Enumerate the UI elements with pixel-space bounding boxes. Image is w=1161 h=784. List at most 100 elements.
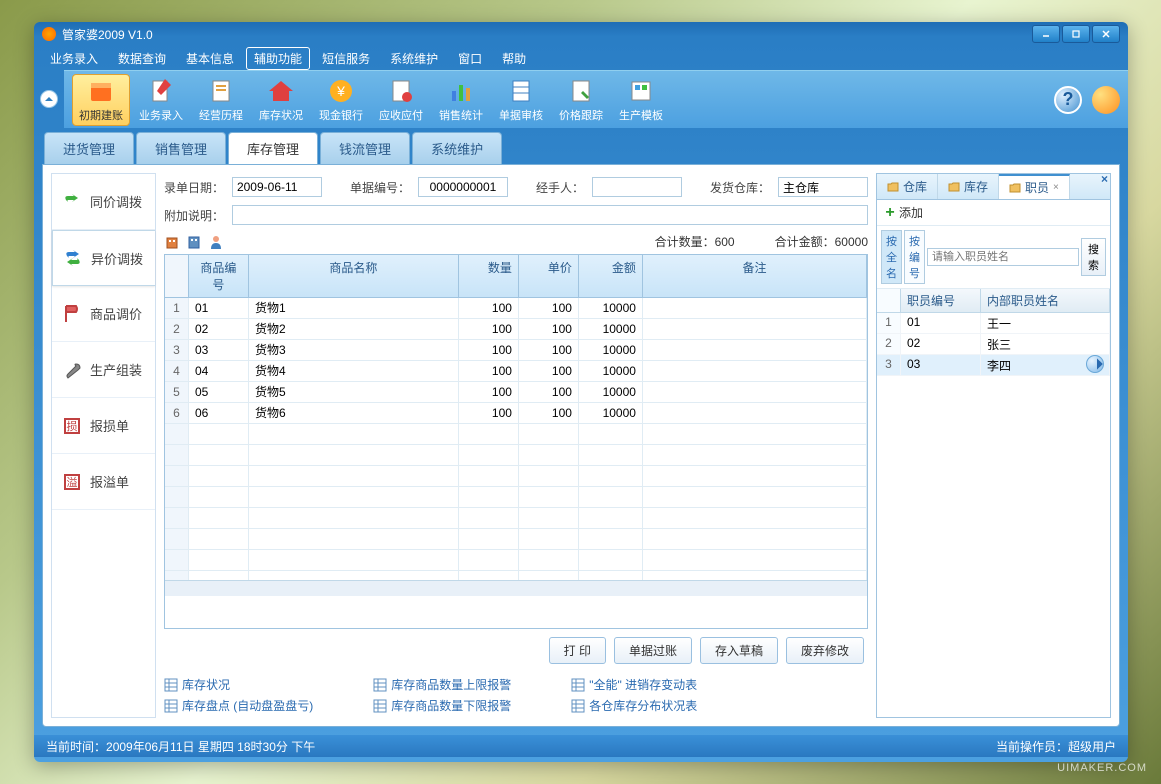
emp-header-ecode[interactable]: 职员编号: [901, 289, 981, 312]
sidebar-item-4[interactable]: 损报损单: [52, 398, 155, 454]
table-row-empty[interactable]: [165, 529, 867, 550]
tool-sheet[interactable]: 单据审核: [492, 74, 550, 126]
collapse-toolbar-button[interactable]: [40, 90, 58, 108]
maximize-button[interactable]: [1062, 25, 1090, 43]
table-row[interactable]: 303货物310010010000: [165, 340, 867, 361]
panel-tab-2[interactable]: 职员×: [999, 174, 1070, 199]
building2-icon[interactable]: [186, 234, 202, 250]
tool-template[interactable]: 生产模板: [612, 74, 670, 126]
menu-7[interactable]: 帮助: [494, 47, 534, 70]
panel-tab-0[interactable]: 仓库: [877, 174, 938, 199]
grid-header-code[interactable]: 商品编号: [189, 255, 249, 297]
tab-0[interactable]: 进货管理: [44, 132, 134, 164]
menu-3[interactable]: 辅助功能: [246, 47, 310, 70]
note-input[interactable]: [232, 205, 868, 225]
report-link[interactable]: 库存商品数量上限报警: [373, 676, 511, 693]
report-link[interactable]: 库存商品数量下限报警: [373, 697, 511, 714]
table-row-empty[interactable]: [165, 550, 867, 571]
tab-4[interactable]: 系统维护: [412, 132, 502, 164]
money-icon: ¥: [327, 77, 355, 105]
globe-icon[interactable]: [1092, 86, 1120, 114]
action-btn-1[interactable]: 单据过账: [614, 637, 692, 664]
tool-house[interactable]: 库存状况: [252, 74, 310, 126]
employee-row[interactable]: 202张三: [877, 334, 1110, 355]
menu-4[interactable]: 短信服务: [314, 47, 378, 70]
table-row[interactable]: 606货物610010010000: [165, 403, 867, 424]
tool-tag[interactable]: 价格跟踪: [552, 74, 610, 126]
menu-1[interactable]: 数据查询: [110, 47, 174, 70]
employee-row[interactable]: 303李四: [877, 355, 1110, 376]
grid-header-name[interactable]: 商品名称: [249, 255, 459, 297]
report-link[interactable]: 各仓库存分布状况表: [571, 697, 697, 714]
warehouse-label: 发货仓库：: [710, 179, 770, 196]
action-btn-3[interactable]: 废弃修改: [786, 637, 864, 664]
emp-header-ern[interactable]: [877, 289, 901, 312]
table-row[interactable]: 202货物210010010000: [165, 319, 867, 340]
horizontal-scrollbar[interactable]: [165, 580, 867, 596]
tool-doc[interactable]: 经营历程: [192, 74, 250, 126]
emp-header-ename[interactable]: 内部职员姓名: [981, 289, 1110, 312]
report-link[interactable]: "全能" 进销存变动表: [571, 676, 697, 693]
panel-tab-1[interactable]: 库存: [938, 174, 999, 199]
table-row[interactable]: 404货物410010010000: [165, 361, 867, 382]
date-input[interactable]: [232, 177, 322, 197]
search-by-code-button[interactable]: 按编号: [904, 230, 925, 284]
sidebar-item-0[interactable]: 同价调拨: [52, 174, 155, 230]
tool-pen[interactable]: 业务录入: [132, 74, 190, 126]
report-link[interactable]: 库存状况: [164, 676, 313, 693]
minimize-button[interactable]: [1032, 25, 1060, 43]
grid-icon: [571, 699, 585, 713]
sidebar-item-5[interactable]: 溢报溢单: [52, 454, 155, 510]
calendar-icon: [87, 77, 115, 105]
grid-header-qty[interactable]: 数量: [459, 255, 519, 297]
tab-close-icon[interactable]: ×: [1053, 182, 1059, 193]
flag-icon: [62, 304, 82, 324]
warehouse-input[interactable]: [778, 177, 868, 197]
sidebar-item-1[interactable]: 异价调拨: [52, 230, 155, 286]
menu-6[interactable]: 窗口: [450, 47, 490, 70]
table-row[interactable]: 505货物510010010000: [165, 382, 867, 403]
table-row-empty[interactable]: [165, 424, 867, 445]
building1-icon[interactable]: [164, 234, 180, 250]
menu-2[interactable]: 基本信息: [178, 47, 242, 70]
action-btn-0[interactable]: 打 印: [549, 637, 606, 664]
tab-3[interactable]: 钱流管理: [320, 132, 410, 164]
table-row-empty[interactable]: [165, 445, 867, 466]
table-row-empty[interactable]: [165, 508, 867, 529]
table-row[interactable]: 101货物110010010000: [165, 298, 867, 319]
tool-calendar[interactable]: 初期建账: [72, 74, 130, 126]
doc-number-input[interactable]: [418, 177, 508, 197]
tool-chart[interactable]: 销售统计: [432, 74, 490, 126]
panel-close-button[interactable]: ×: [1101, 172, 1108, 186]
table-row-empty[interactable]: [165, 487, 867, 508]
titlebar[interactable]: 管家婆2009 V1.0: [34, 22, 1128, 46]
tab-2[interactable]: 库存管理: [228, 132, 318, 164]
grid-header-remark[interactable]: 备注: [643, 255, 867, 297]
person-icon[interactable]: [208, 234, 224, 250]
help-icon[interactable]: ?: [1054, 86, 1082, 114]
table-row-empty[interactable]: [165, 466, 867, 487]
search-by-name-button[interactable]: 按全名: [881, 230, 902, 284]
menu-5[interactable]: 系统维护: [382, 47, 446, 70]
table-row-empty[interactable]: [165, 571, 867, 580]
add-button[interactable]: + 添加: [883, 204, 923, 221]
row-arrow-icon[interactable]: [1086, 355, 1104, 373]
tab-1[interactable]: 销售管理: [136, 132, 226, 164]
close-button[interactable]: [1092, 25, 1120, 43]
tool-receipt[interactable]: 应收应付: [372, 74, 430, 126]
sidebar-item-3[interactable]: 生产组装: [52, 342, 155, 398]
action-btn-2[interactable]: 存入草稿: [700, 637, 778, 664]
report-link[interactable]: 库存盘点 (自动盘盈盘亏): [164, 697, 313, 714]
menu-0[interactable]: 业务录入: [42, 47, 106, 70]
employee-row[interactable]: 101王一: [877, 313, 1110, 334]
search-button[interactable]: 搜索: [1081, 238, 1106, 276]
handler-input[interactable]: [592, 177, 682, 197]
sidebar-item-2[interactable]: 商品调价: [52, 286, 155, 342]
employee-search-input[interactable]: [927, 248, 1079, 266]
menubar: 业务录入数据查询基本信息辅助功能短信服务系统维护窗口帮助: [34, 46, 1128, 70]
tool-money[interactable]: ¥现金银行: [312, 74, 370, 126]
grid-header-rn[interactable]: [165, 255, 189, 297]
grid-header-amount[interactable]: 金额: [579, 255, 643, 297]
grid-header-price[interactable]: 单价: [519, 255, 579, 297]
date-label: 录单日期：: [164, 179, 224, 196]
